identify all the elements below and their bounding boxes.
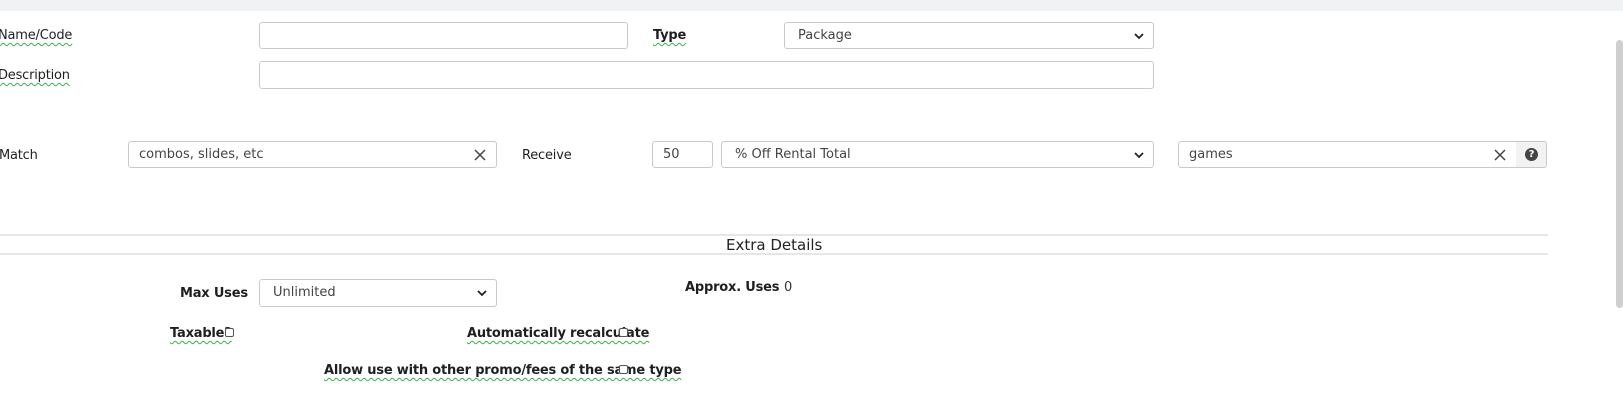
receive-label: Receive [522, 148, 572, 163]
help-button[interactable]: ? [1516, 141, 1547, 168]
chevron-down-icon [477, 290, 487, 297]
taxable-label: Taxable? [170, 326, 232, 341]
help-icon: ? [1525, 148, 1538, 161]
receive-amount-wrapper [652, 141, 713, 168]
name-code-input-wrapper [259, 22, 628, 49]
max-uses-label: Max Uses [180, 286, 248, 301]
chevron-down-icon [1134, 152, 1144, 159]
match-tag-input[interactable]: combos, slides, etc [128, 141, 497, 168]
type-select[interactable]: Package [784, 22, 1154, 49]
receive-amount-input[interactable] [653, 142, 712, 167]
name-code-input[interactable] [260, 23, 627, 48]
type-label: Type [653, 28, 687, 43]
receive-mode-value: % Off Rental Total [735, 147, 851, 162]
approx-uses-label: Approx. Uses [685, 280, 780, 295]
name-code-label: Name/Code [0, 28, 73, 43]
receive-target-value: games [1189, 147, 1233, 162]
auto-recalc-checkbox[interactable] [619, 328, 628, 337]
approx-uses-value: 0 [784, 280, 793, 295]
receive-target-tag-input[interactable]: games [1178, 141, 1517, 168]
receive-mode-select[interactable]: % Off Rental Total [721, 141, 1154, 168]
match-value: combos, slides, etc [139, 147, 264, 162]
taxable-checkbox[interactable] [225, 328, 234, 337]
allow-other-checkbox[interactable] [619, 365, 628, 374]
match-label: Match [0, 148, 38, 163]
clear-icon[interactable] [474, 149, 486, 161]
clear-icon[interactable] [1494, 149, 1506, 161]
max-uses-value: Unlimited [273, 285, 336, 300]
description-input[interactable] [260, 62, 1153, 88]
max-uses-select[interactable]: Unlimited [259, 279, 497, 307]
top-band [0, 0, 1623, 11]
extra-details-title: Extra Details [726, 236, 823, 254]
section-divider-bottom [0, 253, 1548, 255]
chevron-down-icon [1134, 33, 1144, 40]
description-label: Description [0, 68, 70, 83]
description-input-wrapper [259, 61, 1154, 89]
type-select-value: Package [798, 28, 852, 43]
scrollbar[interactable] [1616, 40, 1623, 308]
